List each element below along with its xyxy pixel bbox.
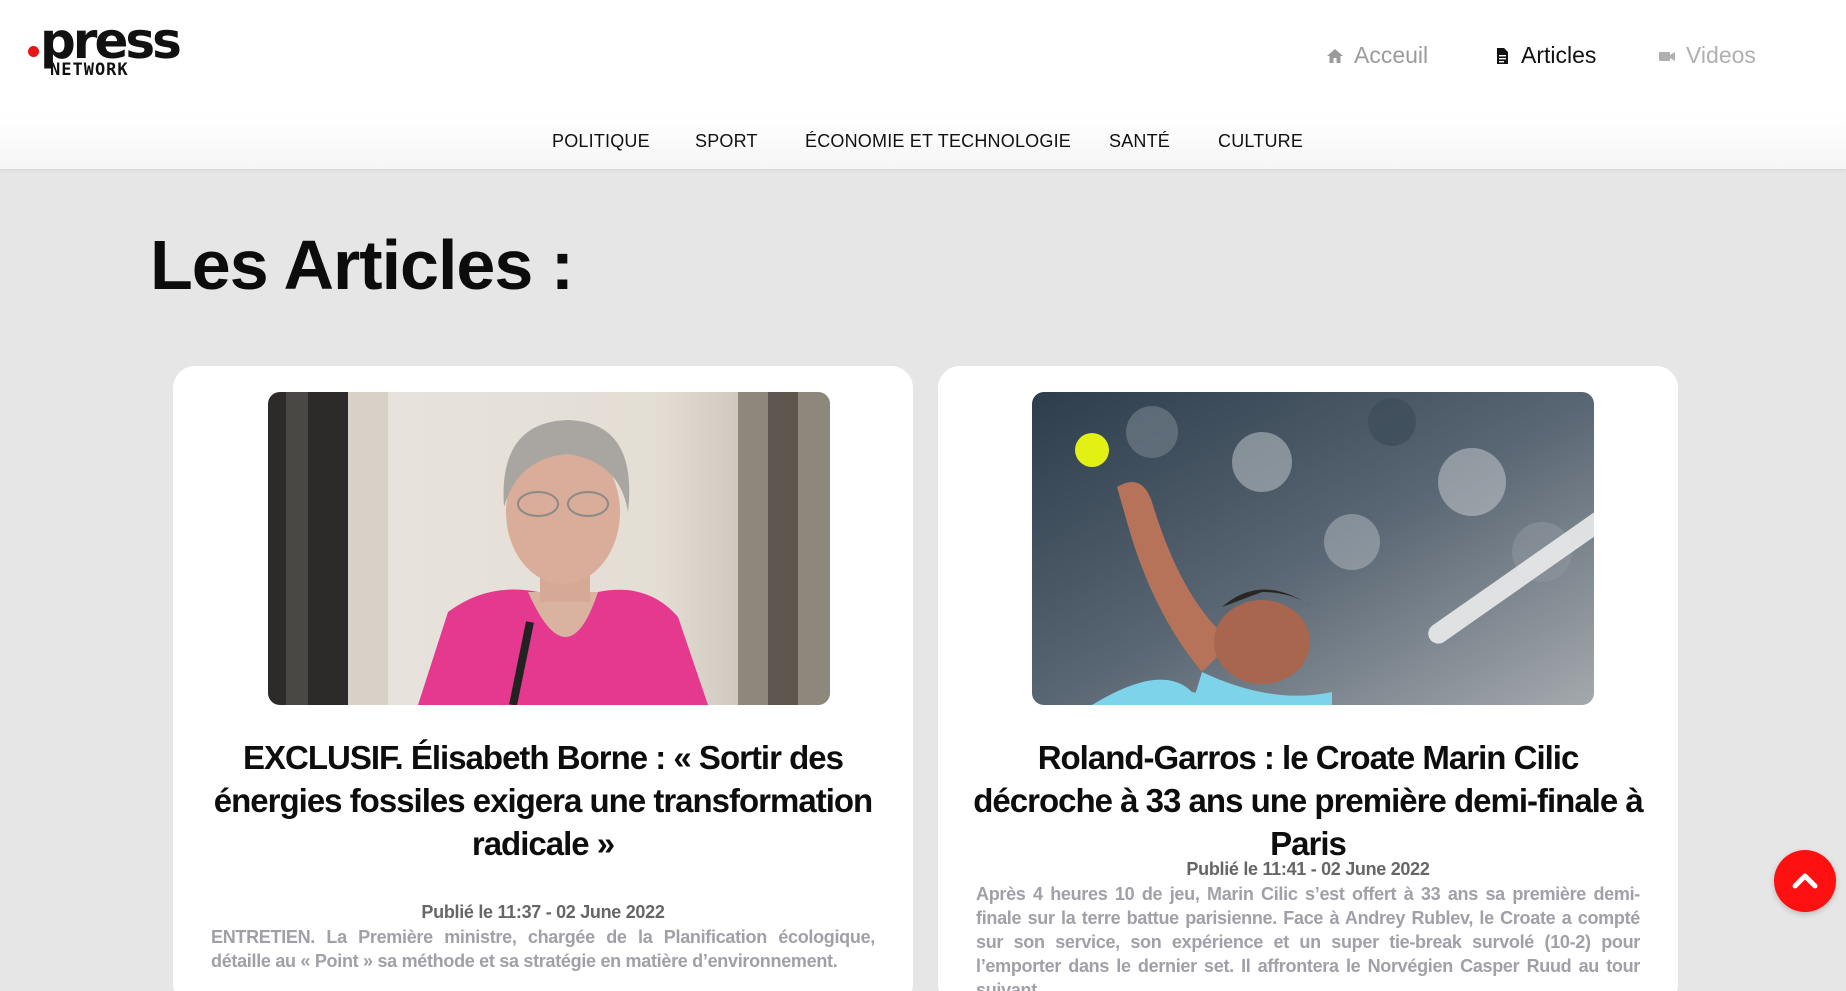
nav-videos-label: Videos — [1686, 42, 1756, 68]
article-excerpt: ENTRETIEN. La Première ministre, chargée… — [211, 927, 875, 971]
scroll-to-top-button[interactable] — [1774, 850, 1836, 912]
nav-home-label: Acceuil — [1354, 42, 1429, 68]
article-image-borne[interactable] — [268, 392, 830, 705]
chevron-up-icon — [1792, 873, 1818, 889]
article-image-cilic[interactable] — [1032, 392, 1594, 705]
category-economie-technologie[interactable]: ÉCONOMIE ET TECHNOLOGIE — [805, 131, 1071, 152]
nav-videos[interactable]: Videos — [1658, 42, 1756, 69]
article-card[interactable]: Roland-Garros : le Croate Marin Cilic dé… — [938, 366, 1678, 991]
article-title[interactable]: Roland-Garros : le Croate Marin Cilic dé… — [968, 736, 1648, 865]
video-camera-icon — [1659, 51, 1675, 61]
home-icon — [1327, 48, 1343, 63]
article-date: Publié le 11:41 - 02 June 2022 — [1186, 859, 1430, 879]
article-title[interactable]: EXCLUSIF. Élisabeth Borne : « Sortir des… — [203, 736, 883, 865]
category-sante[interactable]: SANTÉ — [1109, 131, 1170, 152]
main-navigation: Acceuil Articles Videos — [0, 42, 1846, 72]
top-header: press NETWORK Acceuil Articles Videos — [0, 0, 1846, 114]
category-politique[interactable]: POLITIQUE — [552, 131, 650, 152]
category-culture[interactable]: CULTURE — [1218, 131, 1303, 152]
nav-home[interactable]: Acceuil — [1326, 42, 1428, 69]
category-sport[interactable]: SPORT — [695, 131, 758, 152]
article-date: Publié le 11:37 - 02 June 2022 — [421, 902, 665, 922]
article-card[interactable]: EXCLUSIF. Élisabeth Borne : « Sortir des… — [173, 366, 913, 991]
category-bar: POLITIQUE SPORT ÉCONOMIE ET TECHNOLOGIE … — [0, 114, 1846, 169]
document-icon — [1497, 47, 1508, 64]
page-title: Les Articles : — [150, 226, 574, 304]
nav-articles[interactable]: Articles — [1493, 42, 1596, 69]
article-excerpt: Après 4 heures 10 de jeu, Marin Cilic s’… — [976, 884, 1640, 991]
nav-articles-label: Articles — [1521, 42, 1597, 68]
